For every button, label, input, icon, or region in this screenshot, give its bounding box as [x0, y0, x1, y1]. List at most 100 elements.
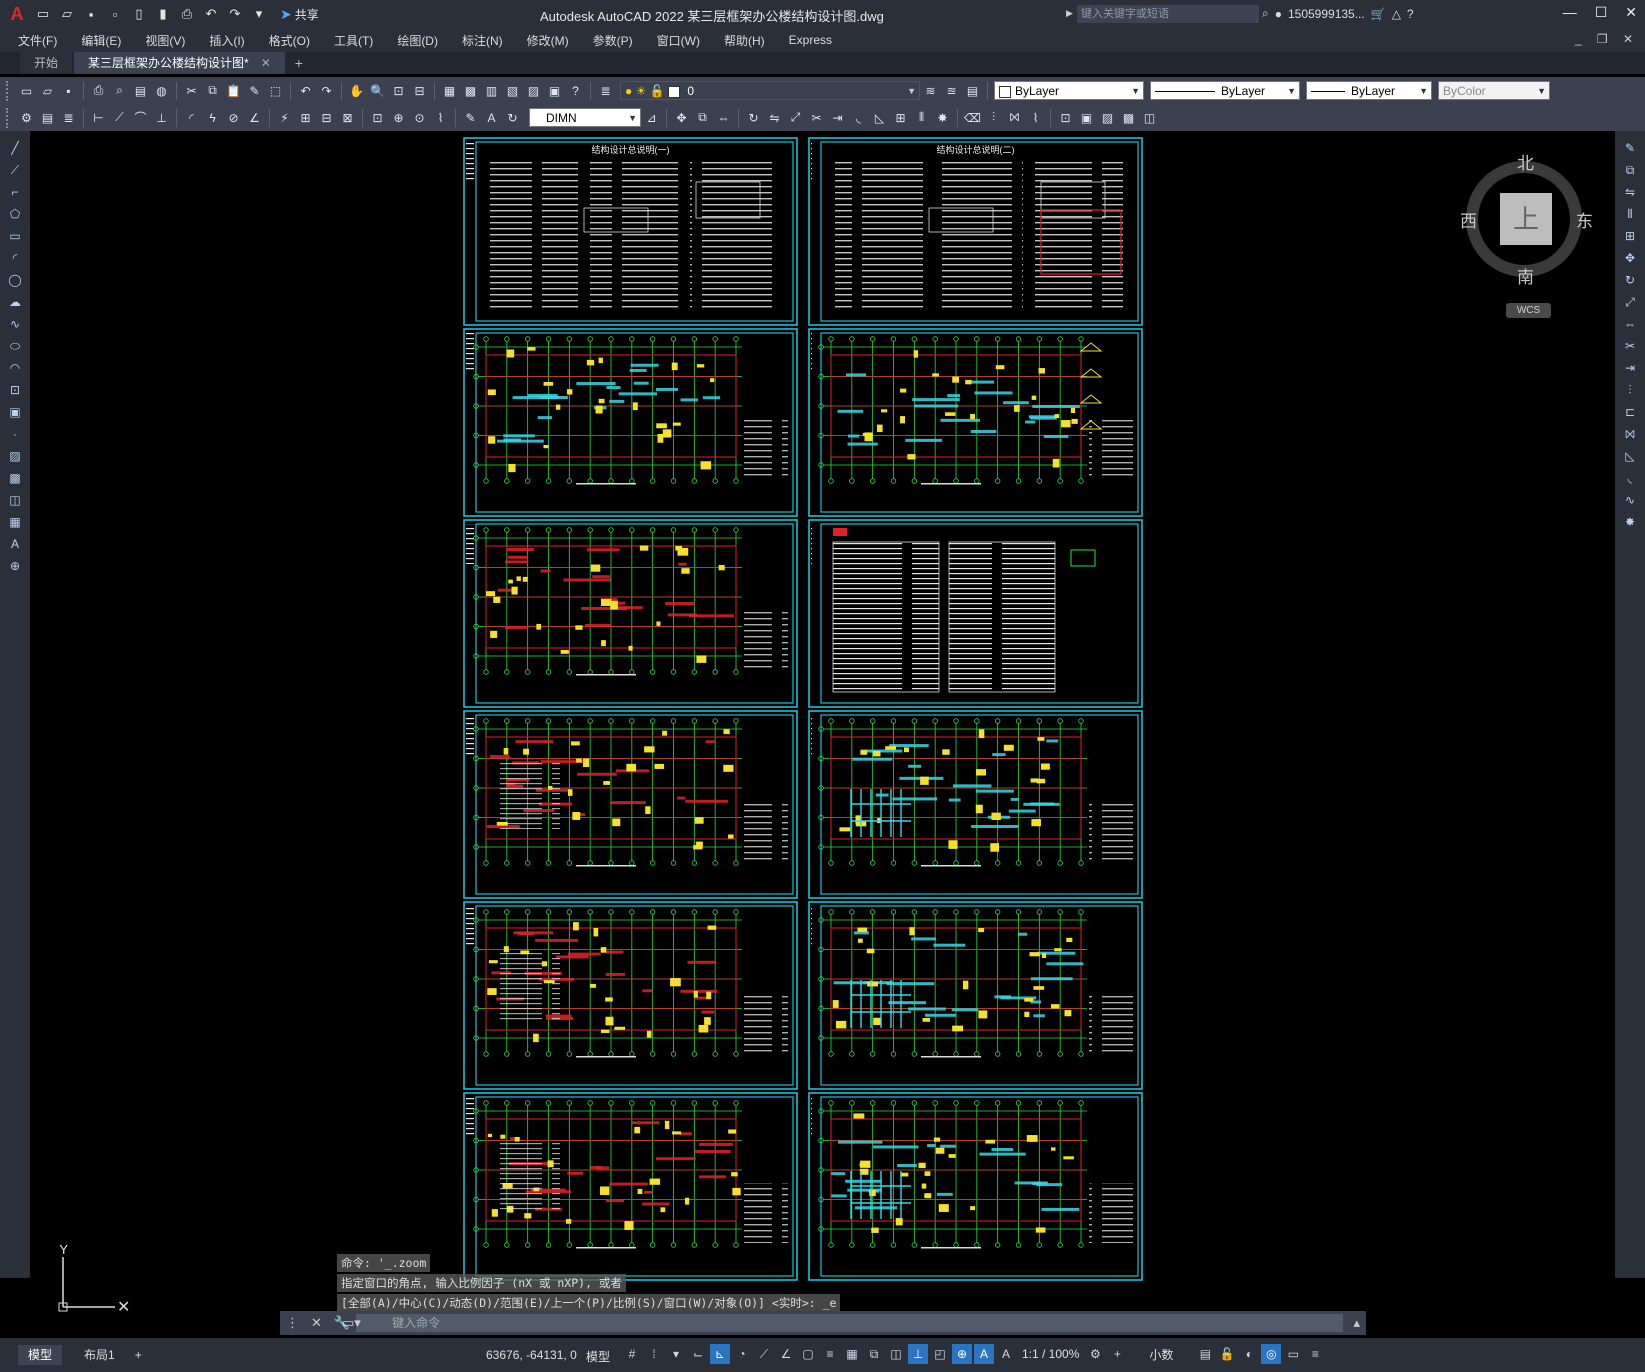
- fillet-icon[interactable]: ◟: [850, 109, 867, 126]
- model-space-toggle[interactable]: 模型: [586, 1348, 610, 1365]
- lineweight-dropdown[interactable]: ByLayer ▼: [1306, 81, 1432, 100]
- save-icon[interactable]: ▪: [60, 82, 77, 99]
- zoom-window-icon[interactable]: ⊡: [390, 82, 407, 99]
- cursor-coordinates[interactable]: 63676, -64131, 0: [486, 1348, 577, 1362]
- erase-icon[interactable]: ⌫: [964, 109, 981, 126]
- user-area[interactable]: ⌕ ● 1505999135... 🛒 △ ?: [1262, 6, 1414, 21]
- viewcube-top-face[interactable]: 上: [1500, 193, 1552, 245]
- rectangle-icon[interactable]: ▭: [6, 227, 24, 245]
- mirror-icon[interactable]: ⇋: [766, 109, 783, 126]
- gizmo-icon[interactable]: ⊕: [952, 1344, 972, 1364]
- share-button[interactable]: ➤ 共享: [280, 6, 319, 23]
- new-tab-button[interactable]: +: [285, 52, 313, 74]
- snap-icon[interactable]: ⁞: [644, 1344, 664, 1364]
- infer-constraints-icon[interactable]: ⌙: [688, 1344, 708, 1364]
- multiline-text-icon[interactable]: A: [6, 535, 24, 553]
- annotation-monitor-icon[interactable]: +: [1107, 1344, 1127, 1364]
- scale-icon[interactable]: ⤢: [1621, 293, 1639, 311]
- plot-icon[interactable]: ⎙: [90, 82, 107, 99]
- match-properties-icon[interactable]: ✎: [246, 82, 263, 99]
- help-icon[interactable]: ?: [567, 82, 584, 99]
- toolbar-grip[interactable]: [6, 80, 12, 101]
- stretch-icon[interactable]: ⇔: [715, 109, 732, 126]
- hardware-acceleration-icon[interactable]: ◎: [1261, 1344, 1282, 1364]
- spline-icon[interactable]: ∿: [6, 315, 24, 333]
- region-icon[interactable]: ◫: [6, 491, 24, 509]
- search-icon[interactable]: ⌕: [1262, 6, 1269, 21]
- selection-filter-icon[interactable]: ◰: [930, 1344, 950, 1364]
- cart-icon[interactable]: 🛒: [1371, 7, 1386, 21]
- open-icon[interactable]: ▱: [39, 82, 56, 99]
- redo-icon[interactable]: ↷: [318, 82, 335, 99]
- open-icon[interactable]: ▱: [58, 5, 76, 23]
- new-icon[interactable]: ▭: [34, 5, 52, 23]
- pan-icon[interactable]: ✋: [348, 82, 365, 99]
- auto-scale-icon[interactable]: A: [996, 1344, 1016, 1364]
- redo-icon[interactable]: ↷: [226, 5, 244, 23]
- move-icon[interactable]: ✥: [1621, 249, 1639, 267]
- properties-icon[interactable]: ▦: [441, 82, 458, 99]
- zoom-previous-icon[interactable]: ⊟: [411, 82, 428, 99]
- region-icon[interactable]: ◫: [1141, 109, 1158, 126]
- quickcalc-icon[interactable]: ▣: [546, 82, 563, 99]
- jogged-linear-icon[interactable]: ⌇: [432, 109, 449, 126]
- extend-icon[interactable]: ⇥: [1621, 359, 1639, 377]
- 3d-osnap-icon[interactable]: ◫: [886, 1344, 906, 1364]
- color-dropdown[interactable]: ByLayer ▼: [994, 81, 1144, 100]
- document-window-controls[interactable]: _ ❐ ✕: [1575, 32, 1639, 46]
- save-web-icon[interactable]: ▮: [154, 5, 172, 23]
- rotate-icon[interactable]: ↻: [1621, 271, 1639, 289]
- explode-icon[interactable]: ✸: [934, 109, 951, 126]
- grid-icon[interactable]: #: [622, 1344, 642, 1364]
- menu-item[interactable]: 格式(O): [257, 32, 322, 49]
- copy-object-icon[interactable]: ⧉: [694, 109, 711, 126]
- inspection-icon[interactable]: ⊙: [411, 109, 428, 126]
- blend-curves-icon[interactable]: ∿: [1621, 491, 1639, 509]
- compass-south[interactable]: 南: [1517, 263, 1534, 288]
- toolbar-grip[interactable]: [6, 107, 12, 128]
- object-snap-icon[interactable]: ▢: [798, 1344, 818, 1364]
- trim-icon[interactable]: ✂: [1621, 337, 1639, 355]
- selection-cycling-icon[interactable]: ⧉: [864, 1344, 884, 1364]
- transparency-icon[interactable]: ▦: [842, 1344, 862, 1364]
- center-mark-icon[interactable]: ⊕: [390, 109, 407, 126]
- recent-commands-icon[interactable]: ▭▾: [342, 1315, 361, 1331]
- layer-thaw-icon[interactable]: ☀: [636, 84, 647, 98]
- construction-line-icon[interactable]: ⟋: [6, 161, 24, 179]
- arc-icon[interactable]: ◜: [6, 249, 24, 267]
- break-icon[interactable]: ⫶: [985, 109, 1002, 126]
- polar-icon[interactable]: ◔: [732, 1344, 752, 1364]
- customize-qat-icon[interactable]: ▾: [250, 5, 268, 23]
- layer-on-icon[interactable]: ●: [625, 84, 632, 98]
- ortho-icon[interactable]: ⊾: [710, 1344, 730, 1364]
- menu-item[interactable]: 修改(M): [515, 32, 581, 49]
- angular-dim-icon[interactable]: ∠: [246, 109, 263, 126]
- drawing-sheets[interactable]: 结构设计总说明(一) 结构设计总说明(二): [462, 136, 1180, 1336]
- hatch-icon[interactable]: ▨: [1099, 109, 1116, 126]
- join-icon[interactable]: ⨝: [1621, 425, 1639, 443]
- copy-icon[interactable]: ⧉: [204, 82, 221, 99]
- command-line-grip[interactable]: ⋮: [286, 1315, 299, 1331]
- save-as-icon[interactable]: ▫: [106, 5, 124, 23]
- insert-block-icon[interactable]: ⊡: [1057, 109, 1074, 126]
- properties-panel-icon[interactable]: ▤: [39, 109, 56, 126]
- save-icon[interactable]: ▪: [82, 5, 100, 23]
- scale-icon[interactable]: ⤢: [787, 109, 804, 126]
- menu-item[interactable]: Express: [777, 33, 844, 47]
- diameter-dim-icon[interactable]: ⊘: [225, 109, 242, 126]
- workspace-icon[interactable]: ⚙: [18, 109, 35, 126]
- new-icon[interactable]: ▭: [18, 82, 35, 99]
- help-search-input[interactable]: 键入关键字或短语: [1077, 5, 1259, 23]
- undo-icon[interactable]: ↶: [202, 5, 220, 23]
- fillet-icon[interactable]: ◟: [1621, 469, 1639, 487]
- dim-text-edit-icon[interactable]: A: [483, 109, 500, 126]
- menu-item[interactable]: 编辑(E): [69, 32, 133, 49]
- move-icon[interactable]: ✥: [673, 109, 690, 126]
- dim-space-icon[interactable]: ⊠: [339, 109, 356, 126]
- line-icon[interactable]: ╱: [6, 139, 24, 157]
- isolate-objects-icon[interactable]: ◐: [1239, 1344, 1259, 1364]
- isodraft-icon[interactable]: ⟋: [754, 1344, 774, 1364]
- offset-icon[interactable]: ⫴: [1621, 205, 1639, 223]
- autocad-logo-icon[interactable]: A: [6, 4, 28, 25]
- rotate-icon[interactable]: ↻: [745, 109, 762, 126]
